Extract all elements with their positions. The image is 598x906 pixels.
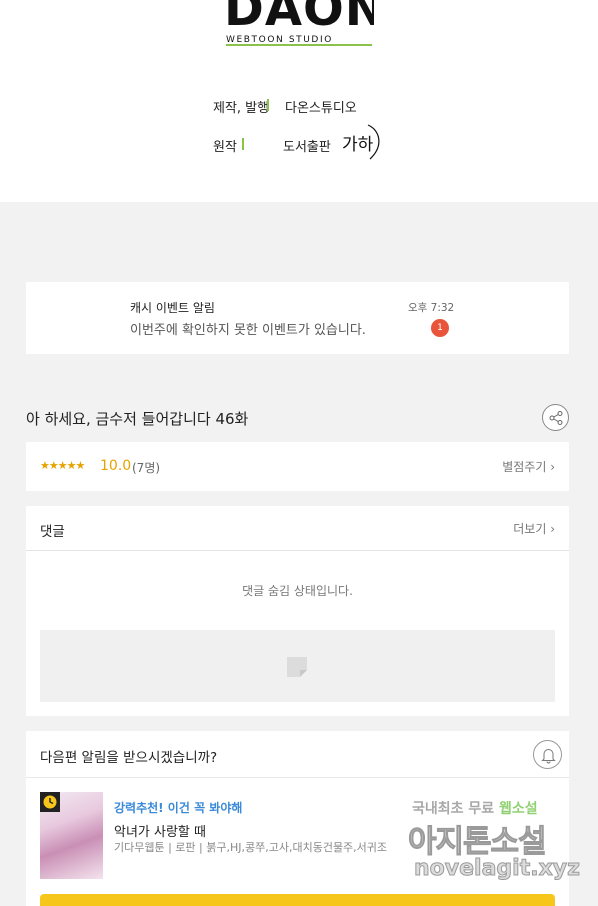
watermark-line3: novelagit.xyz: [414, 856, 581, 882]
notification-time: 오후 7:32: [408, 302, 455, 314]
recommend-title[interactable]: 악녀가 사랑할 때: [114, 821, 206, 840]
comments-header: 댓글 더보기 ›: [26, 506, 569, 551]
bell-icon: [541, 749, 556, 764]
notification-text: 이번주에 확인하지 못한 이벤트가 있습니다.: [130, 323, 366, 338]
watermark-line1-b: 웹소설: [499, 801, 538, 817]
rating-score: 10.0: [100, 458, 132, 474]
image-placeholder-icon: [287, 657, 307, 677]
daon-logo: DAON WEBTOON STUDIO: [224, 0, 374, 48]
clock-icon: [43, 795, 57, 809]
watermark: 국내최초 무료 웹소설 아지톤소설 novelagit.xyz: [408, 796, 588, 906]
logo-underline: [226, 44, 372, 46]
cash-event-notification[interactable]: 캐시 이벤트 알림 이번주에 확인하지 못한 이벤트가 있습니다. 오후 7:3…: [26, 282, 569, 354]
episode-title: 아 하세요, 금수저 들어갑니다 46화: [26, 410, 249, 428]
wait-free-badge: [40, 792, 60, 812]
rating-count: (7명): [132, 461, 161, 475]
comments-more-link[interactable]: 더보기 ›: [513, 520, 555, 537]
notification-badge: 1: [431, 319, 449, 337]
original-value: 도서출판: [283, 140, 331, 155]
comments-title: 댓글: [40, 524, 65, 540]
publisher-sign-text: 가하: [342, 135, 374, 155]
next-episode-header: 다음편 알림을 받으시겠습니까?: [26, 731, 569, 778]
ad-placeholder: [40, 630, 555, 702]
next-episode-question: 다음편 알림을 받으시겠습니까?: [40, 750, 218, 766]
recommend-label[interactable]: 강력추천! 이건 꼭 봐야해: [114, 799, 242, 816]
notification-title: 캐시 이벤트 알림: [130, 301, 215, 315]
share-icon: [549, 411, 563, 425]
recommended-webtoon-thumbnail[interactable]: [40, 792, 103, 879]
production-divider: [267, 99, 269, 111]
rating-card: ★★★★★ 10.0 (7명) 별점주기 ›: [26, 442, 569, 491]
recommend-meta: 기다무웹툰 | 로판 | 붉구,HJ,콩쭈,고사,대치동건물주,서귀조: [114, 841, 388, 854]
production-value: 다온스튜디오: [285, 101, 357, 116]
production-label: 제작, 발행: [213, 101, 270, 116]
watermark-line2: 아지톤소설: [408, 824, 548, 861]
star-rating-icons: ★★★★★: [40, 459, 85, 472]
logo-main-text: DAON: [224, 0, 374, 32]
notification-bell-button[interactable]: [533, 740, 562, 769]
share-button[interactable]: [542, 404, 569, 431]
rate-button[interactable]: 별점주기 ›: [502, 458, 555, 475]
comments-hidden-notice: 댓글 숨김 상태입니다.: [242, 584, 353, 598]
watermark-line1-a: 국내최초 무료: [412, 801, 500, 817]
original-label: 원작: [213, 140, 237, 155]
credits-section: DAON WEBTOON STUDIO 제작, 발행 다온스튜디오 원작 도서출…: [0, 0, 598, 202]
watermark-line1: 국내최초 무료 웹소설: [412, 798, 538, 818]
original-divider: [242, 138, 244, 150]
publisher-logo: 가하: [342, 124, 380, 160]
comments-card: 댓글 더보기 › 댓글 숨김 상태입니다.: [26, 506, 569, 716]
